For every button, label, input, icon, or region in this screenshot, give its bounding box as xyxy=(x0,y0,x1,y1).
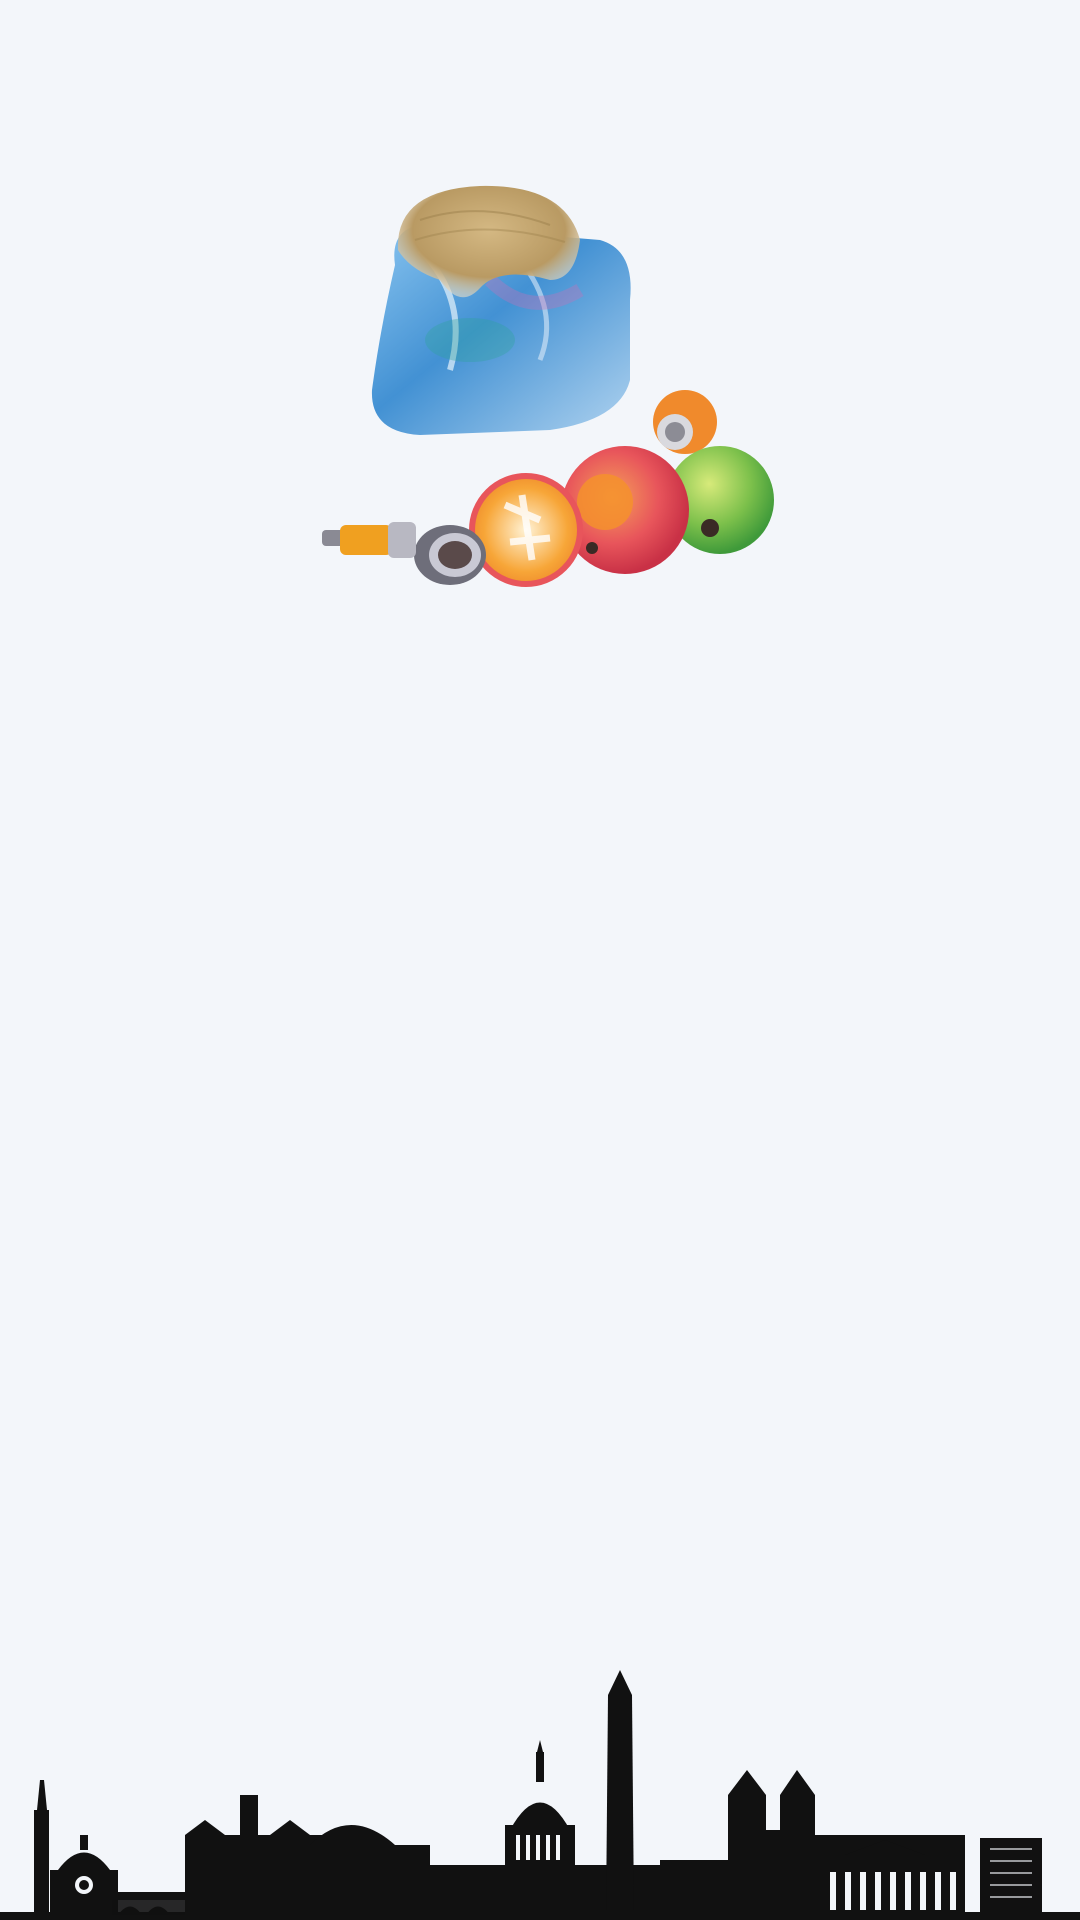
obelisk-monument xyxy=(606,1670,634,1915)
ball-red xyxy=(561,446,689,574)
city-skyline xyxy=(0,1660,1080,1920)
skyline-silhouette xyxy=(0,1670,1080,1920)
clock-tower xyxy=(34,1780,49,1915)
tower-block-left xyxy=(185,1795,430,1915)
domed-church xyxy=(50,1835,118,1915)
screen xyxy=(0,0,1080,1920)
gothic-cathedral xyxy=(660,1770,815,1915)
tower-block-right xyxy=(980,1838,1042,1915)
spray-can xyxy=(322,522,416,558)
bottle-cap xyxy=(414,525,486,585)
trash-illustration-art xyxy=(322,185,774,587)
trash-illustration xyxy=(300,170,780,610)
bridge xyxy=(112,1892,187,1915)
ball-orange xyxy=(653,390,717,454)
fruit-slice xyxy=(469,473,583,587)
columned-building xyxy=(815,1835,965,1915)
